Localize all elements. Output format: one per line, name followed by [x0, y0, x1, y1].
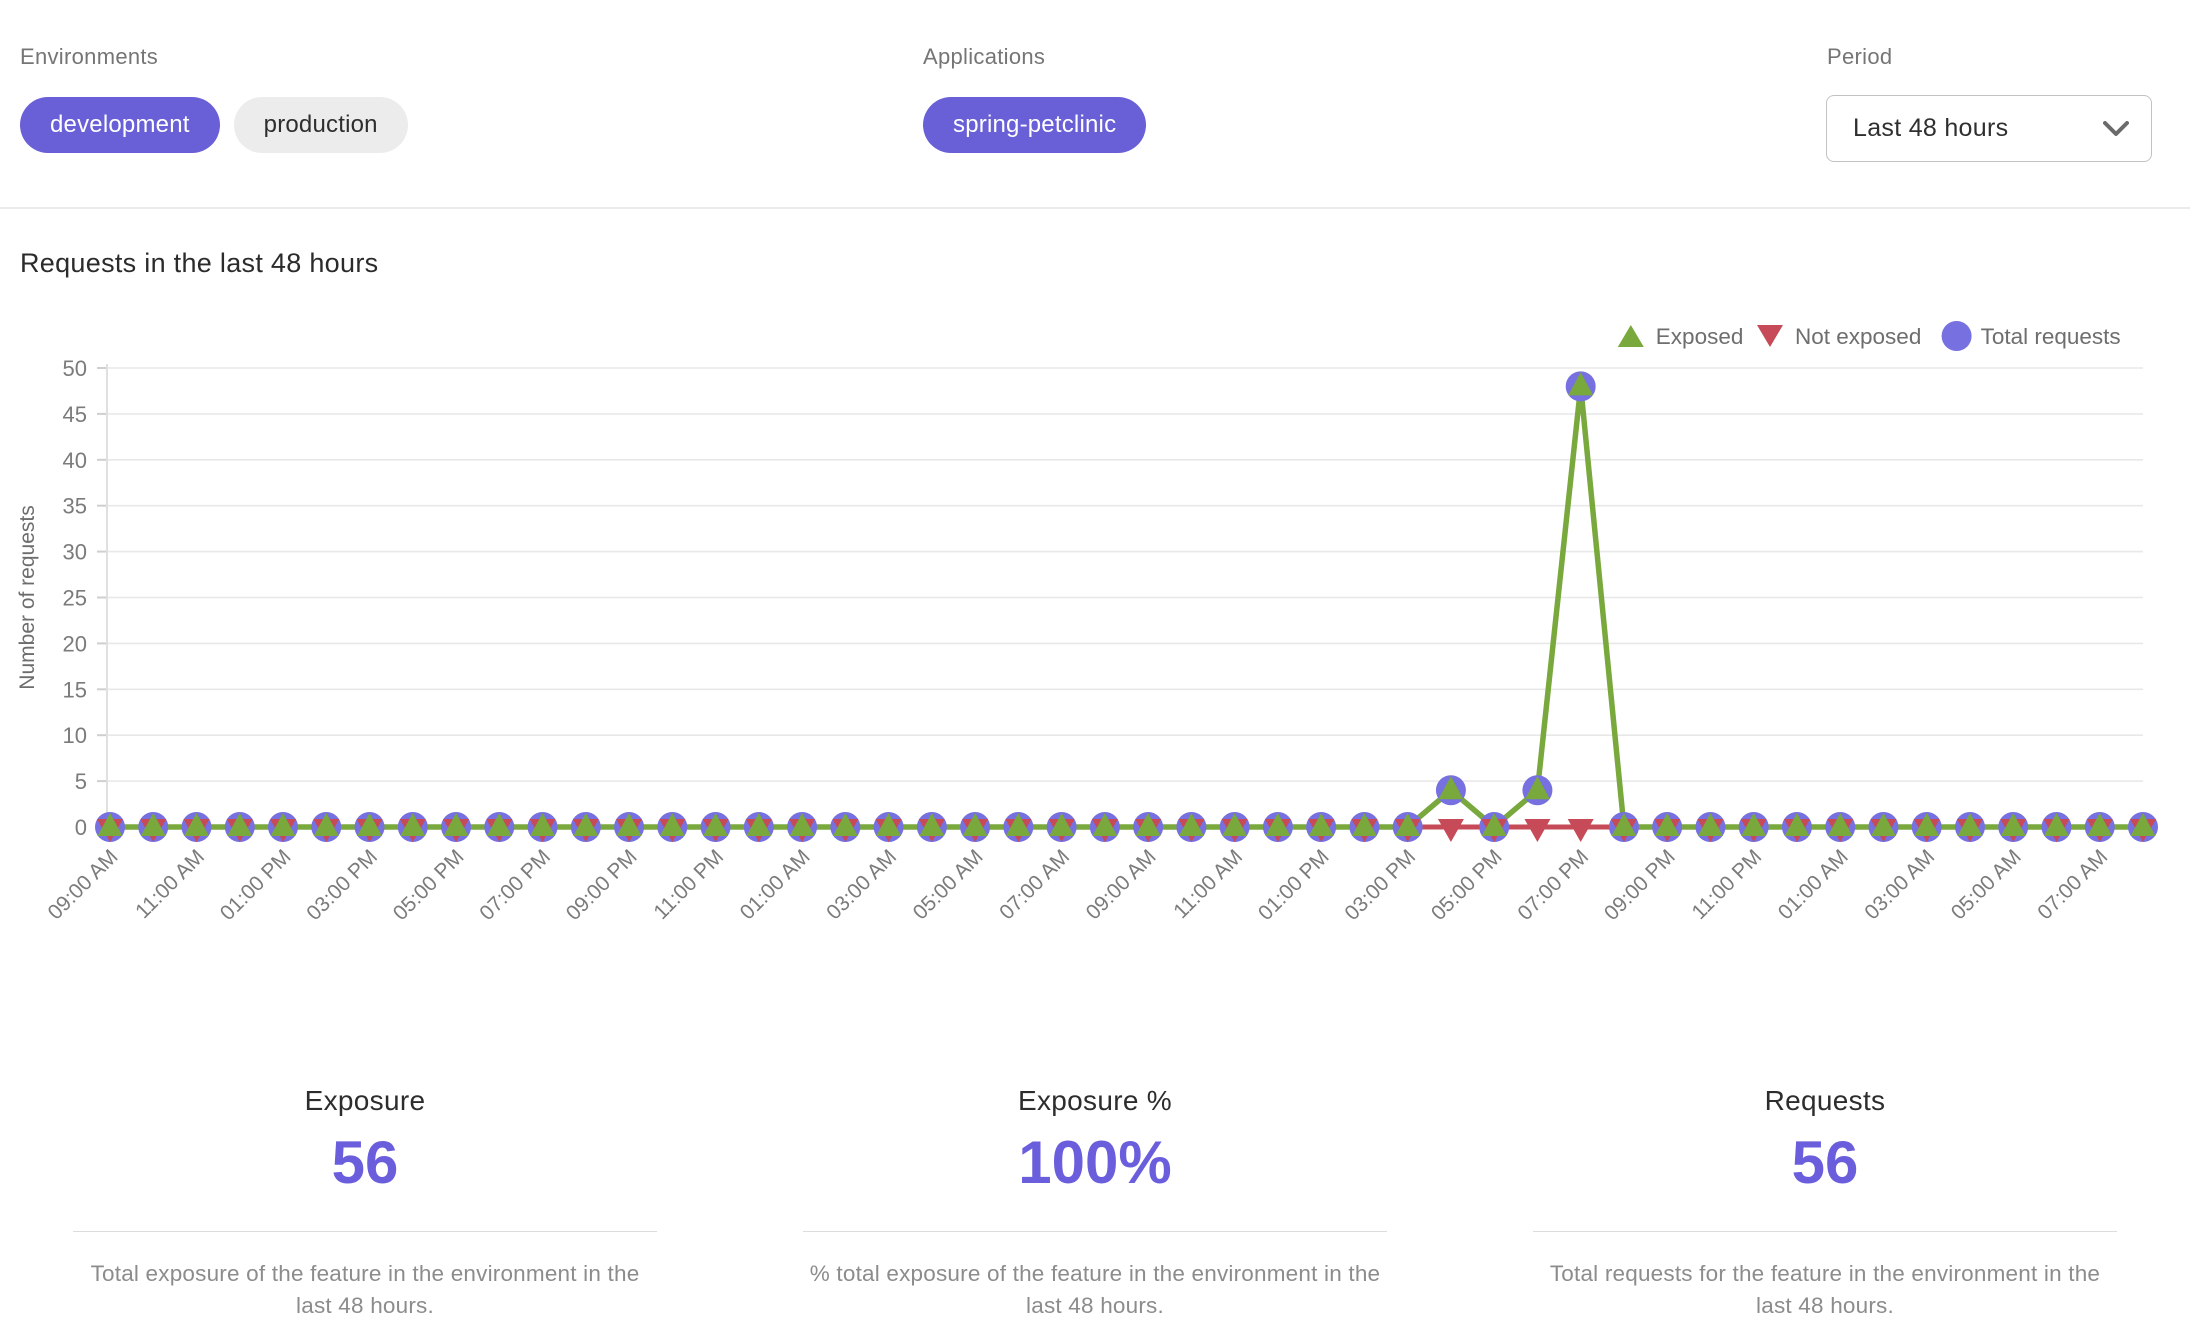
- period-filter: Period: [1827, 44, 1892, 70]
- svg-text:11:00 AM: 11:00 AM: [131, 845, 209, 923]
- svg-text:09:00 AM: 09:00 AM: [44, 845, 123, 924]
- svg-text:11:00 PM: 11:00 PM: [649, 845, 728, 924]
- section-divider: [0, 207, 2190, 209]
- svg-text:05:00 AM: 05:00 AM: [909, 845, 988, 924]
- svg-text:09:00 PM: 09:00 PM: [1600, 845, 1680, 925]
- metric-value: 56: [73, 1133, 657, 1193]
- chevron-down-icon: [2103, 121, 2129, 137]
- svg-text:03:00 AM: 03:00 AM: [1860, 845, 1939, 924]
- environment-pill-development[interactable]: development: [20, 97, 220, 153]
- svg-text:05:00 AM: 05:00 AM: [1947, 845, 2026, 924]
- svg-text:45: 45: [63, 402, 87, 427]
- svg-text:30: 30: [63, 540, 87, 565]
- environments-filter: Environments: [20, 44, 158, 70]
- metrics-row: Exposure 56 Total exposure of the featur…: [0, 1085, 2190, 1321]
- metric-divider: [1533, 1231, 2117, 1232]
- svg-text:01:00 PM: 01:00 PM: [216, 845, 296, 925]
- application-pill-spring-petclinic[interactable]: spring-petclinic: [923, 97, 1146, 153]
- svg-text:03:00 AM: 03:00 AM: [822, 845, 901, 924]
- svg-text:05:00 PM: 05:00 PM: [1427, 845, 1507, 925]
- metric-card-exposure: Exposure 56 Total exposure of the featur…: [0, 1085, 730, 1321]
- environments-pills: development production: [20, 97, 408, 153]
- metric-value: 56: [1533, 1133, 2117, 1193]
- svg-text:50: 50: [63, 356, 87, 381]
- environments-label: Environments: [20, 44, 158, 70]
- svg-text:0: 0: [75, 815, 87, 840]
- metric-card-requests: Requests 56 Total requests for the featu…: [1460, 1085, 2190, 1321]
- requests-chart: 0 5 10 15 20 25 30 35 40 45 50 Number of requests 09…: [0, 300, 2190, 980]
- svg-text:09:00 AM: 09:00 AM: [1082, 845, 1161, 924]
- svg-text:Not exposed: Not exposed: [1795, 324, 1921, 349]
- svg-text:Exposed: Exposed: [1656, 324, 1744, 349]
- svg-text:10: 10: [63, 723, 87, 748]
- environment-pill-production[interactable]: production: [234, 97, 408, 153]
- metric-title: Requests: [1533, 1085, 2117, 1117]
- svg-text:07:00 PM: 07:00 PM: [475, 845, 555, 925]
- svg-text:11:00 AM: 11:00 AM: [1169, 845, 1247, 923]
- metric-title: Exposure %: [803, 1085, 1387, 1117]
- svg-text:35: 35: [63, 494, 87, 519]
- svg-text:01:00 AM: 01:00 AM: [1774, 845, 1853, 924]
- svg-text:03:00 PM: 03:00 PM: [302, 845, 382, 925]
- metric-card-exposure-percent: Exposure % 100% % total exposure of the …: [730, 1085, 1460, 1321]
- svg-text:Number of requests: Number of requests: [16, 505, 39, 689]
- feature-metrics-page: Environments development production Appl…: [0, 0, 2190, 1340]
- metric-description: Total requests for the feature in the en…: [1533, 1258, 2117, 1321]
- svg-text:20: 20: [63, 631, 87, 656]
- metric-value: 100%: [803, 1133, 1387, 1193]
- svg-text:07:00 AM: 07:00 AM: [2033, 845, 2112, 924]
- svg-text:01:00 PM: 01:00 PM: [1254, 845, 1334, 925]
- svg-text:07:00 AM: 07:00 AM: [995, 845, 1074, 924]
- applications-pills: spring-petclinic: [923, 97, 1146, 153]
- metric-description: % total exposure of the feature in the e…: [803, 1258, 1387, 1321]
- svg-text:15: 15: [63, 677, 87, 702]
- svg-text:01:00 AM: 01:00 AM: [736, 845, 815, 924]
- svg-text:05:00 PM: 05:00 PM: [389, 845, 469, 925]
- metric-divider: [803, 1231, 1387, 1232]
- chart-title: Requests in the last 48 hours: [20, 248, 378, 279]
- applications-label: Applications: [923, 44, 1045, 70]
- svg-text:40: 40: [63, 448, 87, 473]
- metric-divider: [73, 1231, 657, 1232]
- metric-title: Exposure: [73, 1085, 657, 1117]
- svg-text:11:00 PM: 11:00 PM: [1688, 845, 1767, 924]
- svg-text:09:00 PM: 09:00 PM: [562, 845, 642, 925]
- applications-filter: Applications: [923, 44, 1045, 70]
- period-select[interactable]: Last 48 hours: [1826, 95, 2152, 162]
- svg-text:5: 5: [75, 769, 87, 794]
- svg-text:25: 25: [63, 586, 87, 611]
- metric-description: Total exposure of the feature in the env…: [73, 1258, 657, 1321]
- svg-text:Total requests: Total requests: [1981, 324, 2121, 349]
- svg-text:03:00 PM: 03:00 PM: [1340, 845, 1420, 925]
- period-label: Period: [1827, 44, 1892, 70]
- svg-text:07:00 PM: 07:00 PM: [1513, 845, 1593, 925]
- period-select-value: Last 48 hours: [1853, 114, 2008, 143]
